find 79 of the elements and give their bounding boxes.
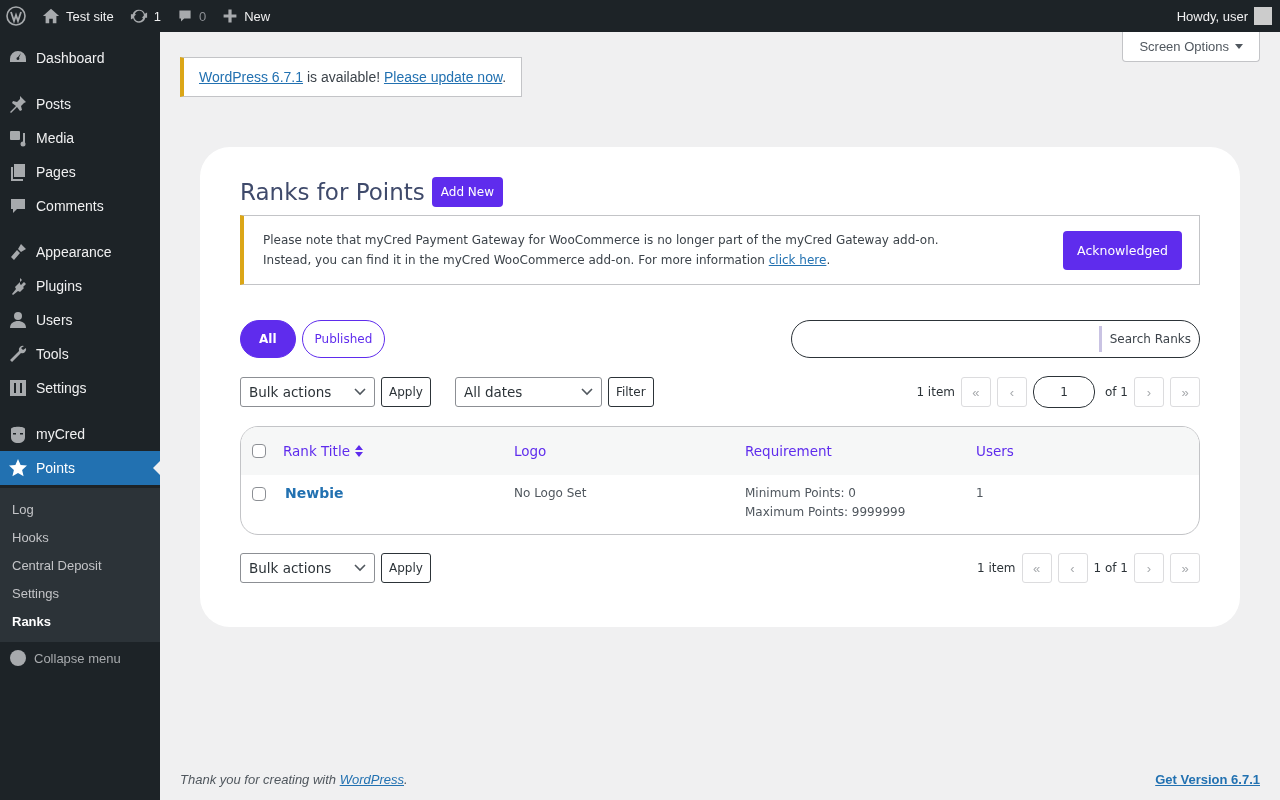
table-cell-text: Minimum Points: 0 [745,485,857,502]
sort-icon[interactable] [353,444,364,458]
submenu-item[interactable]: Hooks [0,523,160,551]
pointer-icon [153,461,160,475]
wrench-icon [8,344,28,364]
media-icon [8,128,28,148]
item-count: 1 item [976,561,1016,575]
pushpin-icon [8,94,28,114]
collapse-icon[interactable] [10,650,26,666]
column-header[interactable]: Logo [514,443,547,459]
version-link[interactable]: Get Version 6.7.1 [1155,772,1260,787]
update-notice: WordPress 6.7.1 is available! Please update now. [180,57,523,97]
page-title: Ranks for Points [240,179,425,205]
brush-icon [8,242,28,262]
comment-count[interactable]: 0 [198,8,207,24]
greeting[interactable]: Howdy, user [1176,8,1248,24]
table-cell: 1 [976,486,984,500]
acknowledged-button[interactable]: Acknowledged [1063,230,1182,270]
menu-item[interactable]: Tools [0,337,160,371]
chevron-icon [354,388,366,396]
page-input[interactable]: 1 [1033,376,1095,408]
update-count[interactable]: 1 [153,8,161,24]
column-header[interactable]: Users [976,443,1014,459]
menu-item[interactable]: Points [0,451,160,485]
submenu-item[interactable]: Settings [0,579,160,607]
submenu-item[interactable]: Central Deposit [0,551,160,579]
menu-item[interactable]: Plugins [0,269,160,303]
page-total: 1 of 1 [1093,561,1128,575]
wordpress-logo-icon[interactable] [6,6,26,26]
menu-item[interactable]: Settings [0,371,160,405]
text-link[interactable]: WordPress 6.7.1 [199,69,303,85]
search-button[interactable]: Search Ranks [1098,326,1199,352]
menu-item[interactable]: Posts [0,87,160,121]
select-all-checkbox[interactable] [252,444,266,458]
sliders-icon [8,378,28,398]
menu-item[interactable]: Users [0,303,160,337]
screen-options-button[interactable]: Screen Options [1122,32,1260,62]
column-header[interactable]: Requirement [745,443,832,459]
page-total: of 1 [1105,385,1128,399]
menu-item[interactable]: Pages [0,155,160,189]
apply-button[interactable]: Apply [381,377,431,407]
footer-text: Thank you for creating with WordPress. [180,772,408,787]
table-cell-text: Maximum Points: 9999999 [745,504,907,521]
add-new-button[interactable]: Add New [431,177,504,207]
face-icon [8,424,28,444]
plus-icon [222,8,239,24]
filter-tab[interactable]: All [240,320,296,358]
new-menu[interactable]: New [244,8,271,24]
pages-icon [8,162,28,182]
notice-text: Instead, you can find it in the myCred WooCommerce add-on. For more information click here. [263,252,832,269]
filter-tab[interactable]: Published [301,320,386,358]
menu-item[interactable]: Comments [0,189,160,223]
apply-button[interactable]: Apply [381,553,431,583]
menu-item[interactable]: Dashboard [0,41,160,75]
date-select[interactable]: All dates [454,377,602,407]
text-link[interactable]: WordPress [339,772,404,787]
chevron-icon [580,388,593,396]
site-name[interactable]: Test site [66,8,114,24]
bulk-actions-select[interactable]: Bulk actions [240,553,375,583]
refresh-icon [129,7,148,25]
notice-text: Please note that myCred Payment Gateway for WooCommerce is no longer part of the myCred Gateway add-on. [263,232,940,249]
chevron-icon [354,564,366,572]
home-icon [42,7,60,25]
star-icon [8,458,28,478]
bulk-actions-select[interactable]: Bulk actions [240,377,375,407]
filter-button[interactable]: Filter [607,377,654,407]
item-count: 1 item [916,385,955,399]
menu-item[interactable]: Media [0,121,160,155]
row-checkbox[interactable] [252,487,266,501]
collapse-menu[interactable]: Collapse menu [34,650,121,666]
speech-bubble-icon [8,196,28,216]
submenu-item[interactable]: Ranks [0,607,160,635]
submenu-item[interactable]: Log [0,495,160,523]
table-cell: No Logo Set [514,486,587,500]
column-header[interactable]: Rank Title [283,443,350,459]
user-icon [8,310,28,330]
menu-item[interactable]: Appearance [0,235,160,269]
menu-item[interactable]: myCred [0,417,160,451]
rank-title-link[interactable]: Newbie [283,485,344,501]
